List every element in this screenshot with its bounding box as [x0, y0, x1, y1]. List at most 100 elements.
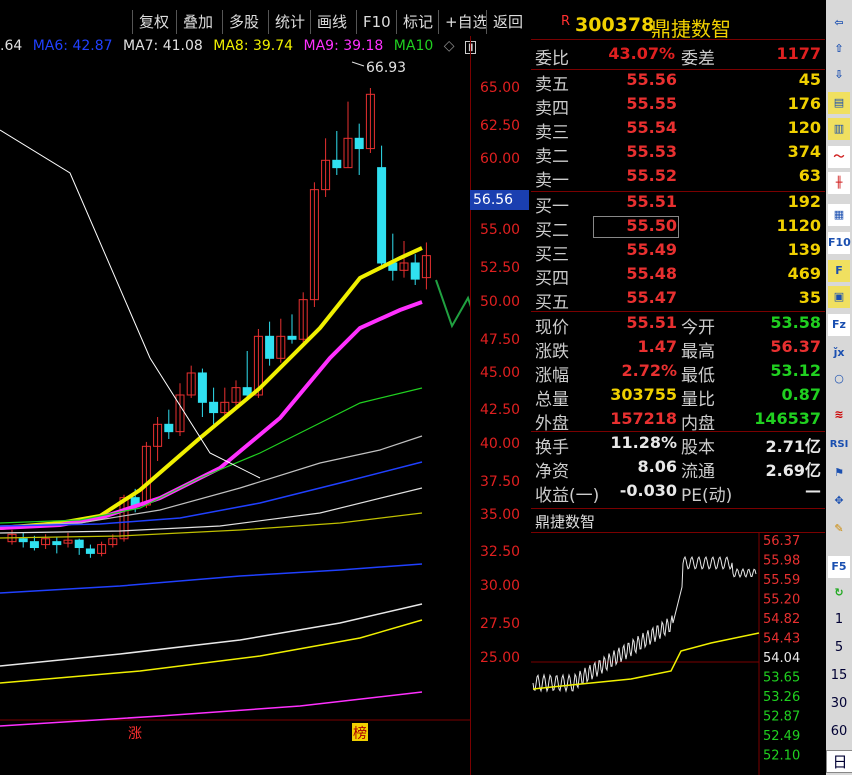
asks-row[interactable]: 卖二 55.53 374 [531, 142, 825, 167]
overlay-button[interactable]: 叠加 [176, 10, 219, 34]
price-tick: 27.50 [480, 616, 521, 632]
period-60[interactable]: 60 [826, 724, 852, 739]
stats-value: 0.87 [781, 385, 821, 404]
flag-icon[interactable]: ⚑ [828, 462, 850, 484]
chart-toolbar: 复权 叠加 多股 统计 画线 F10 标记 +自选 返回 [0, 0, 530, 36]
ma8-value: MA8: 39.74 [213, 38, 294, 54]
asks-volume: 176 [787, 94, 821, 113]
committee-diff: 1177 [776, 44, 821, 63]
ma-long-yellow-line [0, 619, 423, 684]
stock-list-icon[interactable]: ▤ [828, 92, 850, 114]
statistics-button[interactable]: 统计 [268, 10, 311, 34]
stats2-value: 2.71亿 [765, 437, 821, 456]
ma-legend: .64 MA6: 42.87 MA7: 41.08 MA8: 39.74 MA9… [0, 38, 477, 58]
stats-value: 146537 [754, 409, 821, 428]
bids-volume: 1120 [776, 216, 821, 235]
mini-axis-label: 54.82 [763, 612, 800, 627]
f5-icon[interactable]: F5 [828, 556, 850, 578]
legend-diamond-icon[interactable]: ◇ [444, 38, 455, 54]
bids-label: 买五 [535, 293, 569, 313]
bids-label: 买一 [535, 197, 569, 217]
bids-price: 55.48 [626, 264, 677, 283]
notebook-icon[interactable]: ▣ [828, 286, 850, 308]
candle-body [197, 372, 207, 403]
bids-row[interactable]: 买四 55.48 469 [531, 264, 825, 289]
arrow-left-icon[interactable]: ⇦ [828, 12, 850, 34]
mini-axis-label: 52.87 [763, 710, 800, 725]
asks-row[interactable]: 卖三 55.54 120 [531, 118, 825, 143]
ma-yellow-line [0, 246, 423, 530]
stats-row: 外盘 157218 内盘 146537 [531, 409, 825, 434]
pencil-icon[interactable]: ✎ [828, 518, 850, 540]
jx-icon[interactable]: ǰx [828, 342, 850, 364]
refresh-icon[interactable]: ↻ [828, 582, 850, 604]
price-tick: 37.50 [480, 474, 521, 490]
price-tick: 47.50 [480, 332, 521, 348]
period-5[interactable]: 5 [826, 640, 852, 655]
bids-volume: 192 [787, 192, 821, 211]
bids-label: 买三 [535, 245, 569, 265]
multi-stock-button[interactable]: 多股 [222, 10, 265, 34]
mini-axis-label: 53.26 [763, 690, 800, 705]
stats2-label: 收益(一) [535, 486, 600, 506]
stats-value: 53.12 [770, 361, 821, 380]
bids-row[interactable]: 买三 55.49 139 [531, 240, 825, 265]
period-15[interactable]: 15 [826, 668, 852, 683]
bids-row[interactable]: 买一 55.51 192 [531, 192, 825, 217]
kline-icon[interactable]: ╫ [828, 172, 850, 194]
price-tick: 45.00 [480, 365, 521, 381]
intraday-mini-chart[interactable]: 56.37 55.98 55.59 55.20 54.82 54.43 54.04 53.65… [531, 533, 825, 775]
stats-label: 今开 [681, 318, 715, 338]
stats-row: 涨幅 2.72% 最低 53.12 [531, 361, 825, 386]
mini-chart-title: 鼎捷数智 [535, 513, 596, 531]
bids-volume: 469 [787, 264, 821, 283]
stats-value: 55.51 [626, 313, 677, 332]
arrow-down-icon[interactable]: ⇩ [828, 64, 850, 86]
asks-row[interactable]: 卖五 55.56 45 [531, 70, 825, 95]
kline-chart[interactable]: 66.93 涨 榜 [0, 58, 470, 775]
mini-axis-label: 55.59 [763, 573, 800, 588]
finance-icon[interactable]: ▦ [828, 204, 850, 226]
bids-volume: 139 [787, 240, 821, 259]
f-info-icon[interactable]: F [828, 260, 850, 282]
draw-line-button[interactable]: 画线 [310, 10, 353, 34]
period-30[interactable]: 30 [826, 696, 852, 711]
stats2-row: 收益(一) -0.030 PE(动) — [531, 481, 825, 506]
asks-price: 55.52 [626, 166, 677, 185]
bids-label: 买二 [535, 221, 569, 241]
mark-button[interactable]: 标记 [396, 10, 439, 34]
asks-row[interactable]: 卖一 55.52 63 [531, 166, 825, 191]
mini-axis-label: 56.37 [763, 534, 800, 549]
asks-row[interactable]: 卖四 55.55 176 [531, 94, 825, 119]
candle-body [377, 167, 387, 264]
candle-body [354, 137, 364, 150]
circle-icon[interactable]: ○ [828, 368, 850, 390]
rsi-icon[interactable]: RSI [828, 434, 850, 456]
price-tick: 42.50 [480, 402, 521, 418]
bang-marker: 榜 [353, 725, 367, 742]
move-icon[interactable]: ✥ [828, 490, 850, 512]
bids-row[interactable]: 买五 55.47 35 [531, 288, 825, 313]
back-button[interactable]: 返回 [486, 10, 529, 34]
period-1[interactable]: 1 [826, 612, 852, 627]
stats-row: 总量 303755 量比 0.87 [531, 385, 825, 410]
stats2-row: 换手 11.28% 股本 2.71亿 [531, 433, 825, 458]
minute-chart-icon[interactable]: 〜 [828, 146, 850, 168]
stats2-value: 2.69亿 [765, 461, 821, 480]
fuquan-button[interactable]: 复权 [132, 10, 175, 34]
stats2-value: -0.030 [619, 481, 677, 500]
candle-body [85, 548, 95, 554]
arrow-up-icon[interactable]: ⇧ [828, 38, 850, 60]
stats2-label: 净资 [535, 462, 569, 482]
wave-icon[interactable]: ≋ [828, 404, 850, 426]
bid-selection-box [593, 216, 679, 238]
f10-button[interactable]: F10 [356, 10, 397, 34]
tool-sidebar: ⇦ ⇧ ⇩ ▤ ▥ 〜 ╫ ▦ F10 F ▣ Fz ǰx ○ ≋ RSI ⚑ … [826, 0, 852, 775]
fz-icon[interactable]: Fz [828, 314, 850, 336]
period-day[interactable]: 日 [826, 750, 852, 773]
zhang-marker: 涨 [128, 726, 142, 742]
price-tick: 55.00 [480, 222, 521, 238]
f10-icon[interactable]: F10 [828, 232, 851, 254]
index-icon[interactable]: ▥ [828, 118, 850, 140]
ma9-value: MA9: 39.18 [303, 38, 384, 54]
